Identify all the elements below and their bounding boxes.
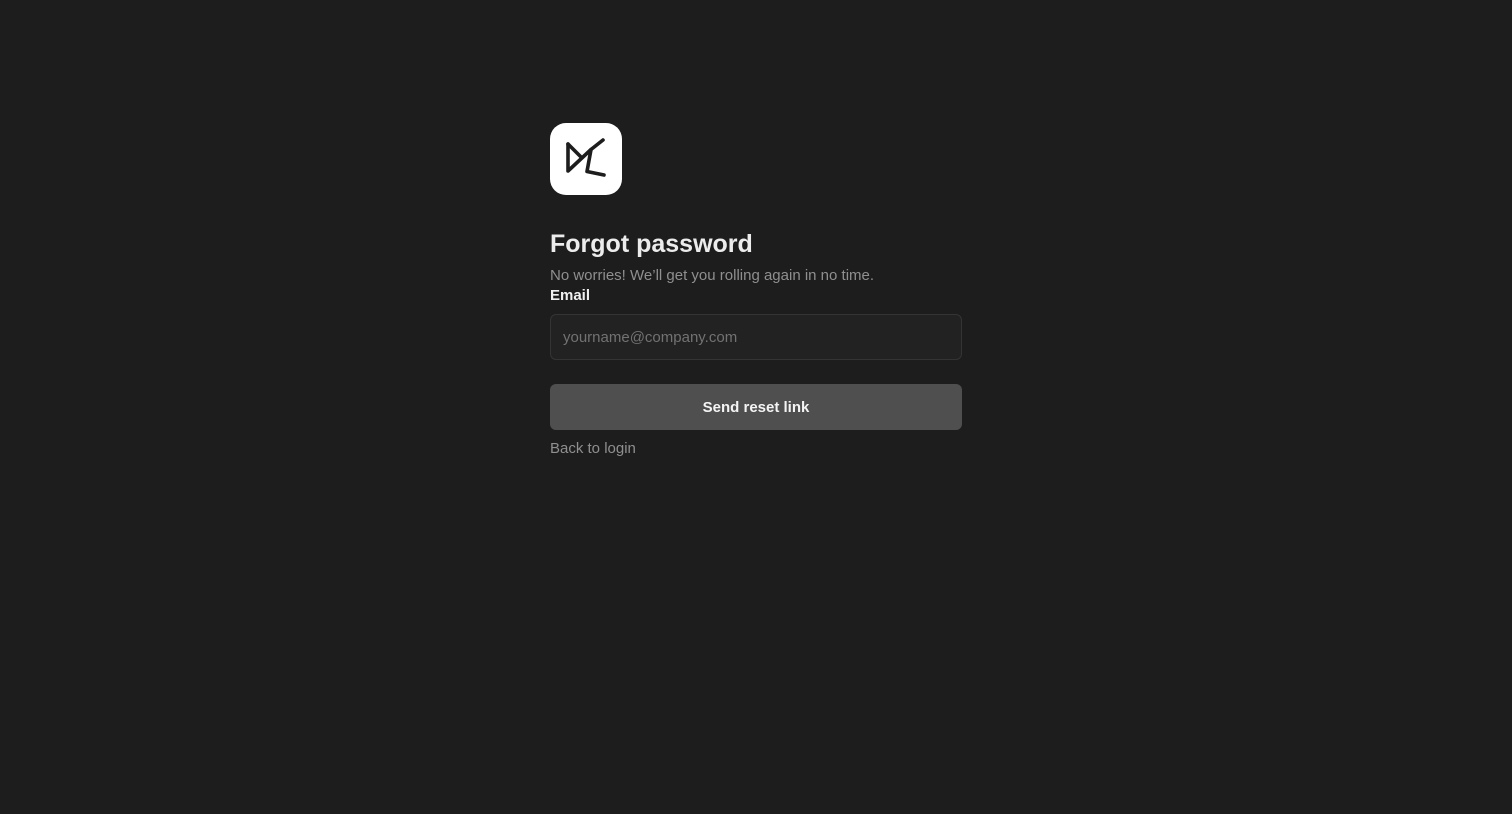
page-subtitle: No worries! We’ll get you rolling again …	[550, 267, 875, 284]
reset-form: Email Send reset link	[550, 286, 962, 430]
email-label: Email	[550, 287, 591, 304]
page-title: Forgot password	[550, 230, 753, 258]
send-reset-link-button[interactable]: Send reset link	[550, 384, 962, 430]
forgot-password-card: Forgot password No worries! We’ll get yo…	[550, 123, 962, 459]
app-logo	[550, 123, 622, 195]
email-field[interactable]	[550, 314, 962, 360]
forgot-password-page: Forgot password No worries! We’ll get yo…	[0, 0, 1512, 814]
app-logo-icon	[566, 138, 606, 177]
back-to-login-link[interactable]: Back to login	[550, 439, 636, 459]
